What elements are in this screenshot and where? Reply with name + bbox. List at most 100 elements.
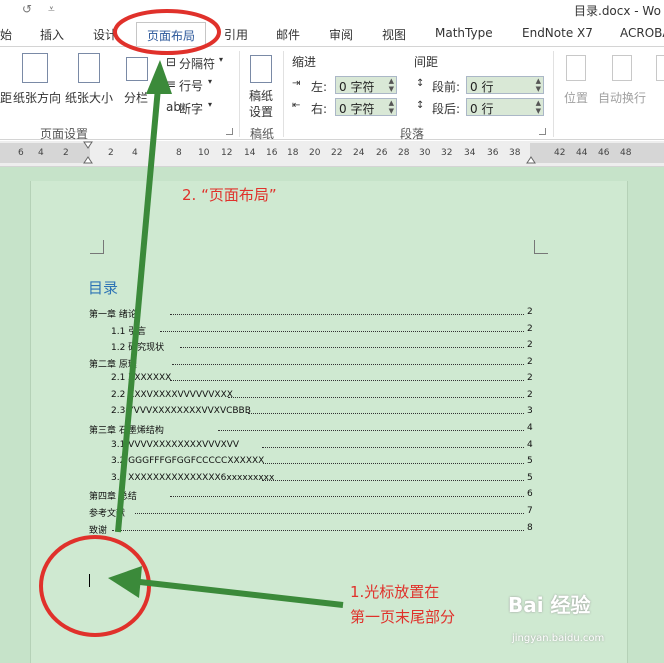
toc-entry[interactable]: 2.3 YVVVXXXXXXXXVVXVCBBB 3 xyxy=(0,406,540,420)
spinner-arrows-icon[interactable]: ▲ ▼ xyxy=(389,99,394,115)
customize-quick-access-icon[interactable]: ⩡ xyxy=(48,2,55,17)
indent-left-label: 左: xyxy=(311,80,328,94)
paper-size-button[interactable]: 纸张大小 xyxy=(65,89,113,106)
toc-entry-label: 3.1 VVVVXXXXXXXXVVVXVV xyxy=(111,440,240,450)
ruler-tick-label: 46 xyxy=(598,148,610,158)
tab-acrobat[interactable]: ACROBA xyxy=(620,26,664,40)
toc-entry[interactable]: 3.3 XXXXXXXXXXXXXXX6xxxxxxxxx 5 xyxy=(0,473,540,487)
text-cursor xyxy=(89,574,90,587)
horizontal-ruler[interactable]: 6 4 2 2 4 8 10 12 14 16 18 20 22 24 26 28 30 32 34 36 38 42 44… xyxy=(0,141,664,167)
step1-annotation-line1: 1.光标放置在 xyxy=(350,583,440,601)
title-bar: ↺ ⩡ 目录.docx - Wo xyxy=(0,0,664,20)
toc-leader-dots xyxy=(135,513,524,514)
spinner-arrows-icon[interactable]: ▲ ▼ xyxy=(536,99,541,115)
position-button[interactable]: 位置 xyxy=(564,89,588,106)
ruler-tick-label: 44 xyxy=(576,148,588,158)
toc-leader-dots xyxy=(180,347,524,348)
toc-entry[interactable]: 3.2 GGGFFFGFGGFCCCCCXXXXXX 5 xyxy=(0,456,540,470)
breaks-dropdown-icon[interactable]: ▾ xyxy=(219,55,223,64)
breaks-button[interactable]: 分隔符 xyxy=(179,55,215,72)
ruler-tick-label: 32 xyxy=(441,148,453,158)
toc-leader-dots xyxy=(170,314,524,315)
margins-button[interactable]: 距 xyxy=(0,89,12,106)
toc-entry[interactable]: 第二章 原理 2 xyxy=(0,357,540,371)
toc-page-number: 2 xyxy=(527,373,533,383)
line-numbers-dropdown-icon[interactable]: ▾ xyxy=(208,77,212,86)
group-separator xyxy=(283,51,284,137)
wrap-text-button[interactable]: 自动换行 xyxy=(598,89,646,106)
toc-page-number: 7 xyxy=(527,506,533,516)
toc-entry[interactable]: 第三章 石墨烯结构 4 xyxy=(0,423,540,437)
draft-paper-icon xyxy=(250,55,272,83)
tab-view[interactable]: 视图 xyxy=(382,26,406,43)
hyphenation-dropdown-icon[interactable]: ▾ xyxy=(208,100,212,109)
ruler-tick-label: 28 xyxy=(398,148,410,158)
orientation-button[interactable]: 纸张方向 xyxy=(13,89,61,106)
page-setup-launcher-icon[interactable] xyxy=(226,128,233,135)
toc-leader-dots xyxy=(172,364,524,365)
tab-insert[interactable]: 插入 xyxy=(40,26,64,43)
toc-entry[interactable]: 2.1 XXXXXXX 2 xyxy=(0,373,540,387)
spacing-before-input[interactable]: 0 行 ▲ ▼ xyxy=(466,76,544,94)
indent-left-input[interactable]: 0 字符 ▲ ▼ xyxy=(335,76,397,94)
wrap-text-icon xyxy=(612,55,632,81)
window-title: 目录.docx - Wo xyxy=(574,4,661,18)
indent-right-label: 右: xyxy=(311,102,328,116)
tab-review[interactable]: 审阅 xyxy=(329,26,353,43)
tab-design[interactable]: 设计 xyxy=(93,26,117,43)
hyphenation-button[interactable]: 断字 xyxy=(179,100,203,117)
spinner-arrows-icon[interactable]: ▲ ▼ xyxy=(536,77,541,93)
ruler-tick-label: 30 xyxy=(419,148,431,158)
columns-button[interactable]: 分栏 xyxy=(124,89,148,106)
toc-page-number: 5 xyxy=(527,473,533,483)
toc-page-number: 2 xyxy=(527,340,533,350)
line-numbers-button[interactable]: 行号 xyxy=(179,77,203,94)
toc-entry[interactable]: 第四章 总结 6 xyxy=(0,489,540,503)
paragraph-group-label: 段落 xyxy=(400,127,425,141)
draft-paper-button[interactable]: 稿纸 xyxy=(249,87,273,104)
page-corner-mark xyxy=(90,240,104,254)
tab-page-layout[interactable]: 页面布局 xyxy=(136,22,207,46)
toc-entry[interactable]: 第一章 绪论 2 xyxy=(0,307,540,321)
spinner-arrows-icon[interactable]: ▲ ▼ xyxy=(389,77,394,93)
spacing-before-icon: ↕ xyxy=(416,78,425,89)
ruler-tick-label: 10 xyxy=(198,148,210,158)
toc-leader-dots xyxy=(248,413,524,414)
toc-entry-label: 第三章 石墨烯结构 xyxy=(89,426,164,436)
toc-entry-label: 第一章 绪论 xyxy=(89,310,137,320)
ruler-tick-label: 16 xyxy=(266,148,278,158)
tab-endnote[interactable]: EndNote X7 xyxy=(522,26,593,40)
toc-entry[interactable]: 3.1 VVVVXXXXXXXXVVVXVV 4 xyxy=(0,440,540,454)
toc-page-number: 2 xyxy=(527,357,533,367)
indent-right-input[interactable]: 0 字符 ▲ ▼ xyxy=(335,98,397,116)
undo-icon[interactable]: ↺ xyxy=(22,2,32,16)
ribbon-tabs: 始 插入 设计 页面布局 引用 邮件 审阅 视图 MathType EndNot… xyxy=(0,20,664,46)
toc-entry[interactable]: 1.1 引言 2 xyxy=(0,324,540,338)
toc-entry[interactable]: 致谢 8 xyxy=(0,523,540,537)
toc-leader-dots xyxy=(170,380,524,381)
indent-left-icon: ⇥ xyxy=(292,78,301,89)
toc-leader-dots xyxy=(263,463,524,464)
toc-entry[interactable]: 2.2 XXXVXXXXVVVVVVXXX 2 xyxy=(0,390,540,404)
ribbon: 距 纸张方向 纸张大小 分栏 ⊟ 分隔符 ▾ ≡ 行号 ▾ ab 断字 ▾ 页面… xyxy=(0,46,664,141)
toc-entry[interactable]: 参考文献 7 xyxy=(0,506,540,520)
tab-mailings[interactable]: 邮件 xyxy=(276,26,300,43)
toc-page-number: 8 xyxy=(527,523,533,533)
toc-page-number: 4 xyxy=(527,440,533,450)
tab-mathtype[interactable]: MathType xyxy=(435,26,493,40)
toc-entry-label: 1.2 研究现状 xyxy=(111,343,165,353)
ruler-tick-label: 42 xyxy=(554,148,566,158)
group-separator xyxy=(239,51,240,137)
draft-paper-button-line2[interactable]: 设置 xyxy=(249,103,273,120)
columns-icon xyxy=(126,57,148,81)
tab-references[interactable]: 引用 xyxy=(224,26,248,43)
spacing-after-input[interactable]: 0 行 ▲ ▼ xyxy=(466,98,544,116)
line-numbers-icon: ≡ xyxy=(166,77,177,91)
step2-annotation: 2. “页面布局” xyxy=(182,186,277,204)
tab-home[interactable]: 始 xyxy=(0,26,12,43)
indent-header: 缩进 xyxy=(292,55,317,69)
toc-page-number: 2 xyxy=(527,324,533,334)
paragraph-launcher-icon[interactable] xyxy=(539,128,546,135)
toc-entry[interactable]: 1.2 研究现状 2 xyxy=(0,340,540,354)
toc-page-number: 6 xyxy=(527,489,533,499)
